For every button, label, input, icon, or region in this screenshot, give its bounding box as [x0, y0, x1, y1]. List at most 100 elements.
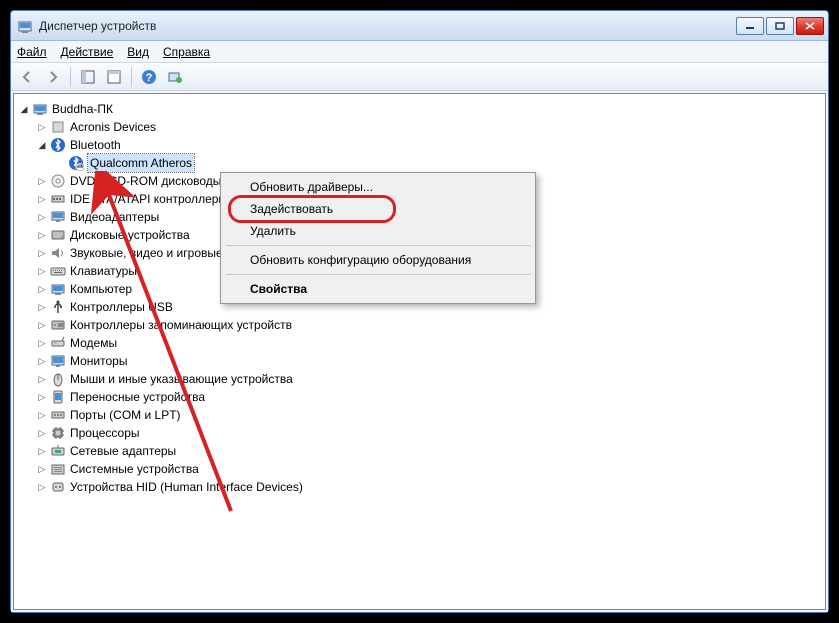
tree-node[interactable]: ▷ Сетевые адаптеры [36, 442, 821, 460]
close-button[interactable] [796, 17, 824, 35]
expand-icon[interactable]: ▷ [36, 247, 48, 259]
separator [226, 245, 530, 246]
bluetooth-disabled-icon [68, 155, 84, 171]
device-tree-panel[interactable]: ◢ Buddha-ПК ▷ Acronis Devices ◢ BluetoothQual… [13, 93, 826, 610]
ctx-update-drivers[interactable]: Обновить драйверы... [224, 176, 532, 198]
cpu-icon [50, 425, 66, 441]
expand-icon[interactable]: ▷ [36, 265, 48, 277]
expand-icon[interactable]: ▷ [36, 319, 48, 331]
tree-node-label: Дисковые устройства [70, 226, 190, 244]
tree-node[interactable]: ▷ Процессоры [36, 424, 821, 442]
tree-node-label: Мониторы [70, 352, 127, 370]
tree-node-label: Контроллеры USB [70, 298, 173, 316]
tree-node-label: Acronis Devices [70, 118, 156, 136]
expand-icon[interactable]: ▷ [36, 427, 48, 439]
expand-icon[interactable]: ▷ [36, 211, 48, 223]
tree-node-label: Устройства HID (Human Interface Devices) [70, 478, 303, 496]
tree-node-label: Сетевые адаптеры [70, 442, 176, 460]
tree-node[interactable]: ▷ Acronis Devices [36, 118, 821, 136]
ctx-enable[interactable]: Задействовать [224, 198, 532, 220]
network-icon [50, 443, 66, 459]
menu-help[interactable]: Справка [163, 45, 210, 59]
computer-icon [50, 281, 66, 297]
tree-node-label: Процессоры [70, 424, 140, 442]
expand-icon[interactable]: ▷ [36, 391, 48, 403]
expand-icon[interactable]: ▷ [36, 301, 48, 313]
bluetooth-icon [50, 137, 66, 153]
collapse-icon[interactable]: ◢ [18, 103, 30, 115]
expand-icon[interactable]: ▷ [36, 355, 48, 367]
monitor-icon [50, 353, 66, 369]
expand-icon[interactable]: ▷ [36, 337, 48, 349]
separator [131, 67, 132, 87]
expand-icon[interactable]: ▷ [36, 193, 48, 205]
system-icon [50, 461, 66, 477]
tree-node-label: Bluetooth [70, 136, 121, 154]
window-title: Диспетчер устройств [39, 19, 736, 33]
tree-node[interactable]: ▷ Порты (COM и LPT) [36, 406, 821, 424]
tree-node[interactable]: ▷ Контроллеры запоминающих устройств [36, 316, 821, 334]
tree-node[interactable]: ▷ Системные устройства [36, 460, 821, 478]
expand-icon[interactable]: ▷ [36, 463, 48, 475]
tree-node-label: DVD и CD-ROM дисководы [70, 172, 221, 190]
svg-text:?: ? [146, 72, 153, 84]
tree-node[interactable]: ▷ Устройства HID (Human Interface Devices… [36, 478, 821, 496]
menu-file[interactable]: Файл [17, 45, 47, 59]
disk-icon [50, 227, 66, 243]
ide-icon [50, 191, 66, 207]
tree-node[interactable]: ▷ Мониторы [36, 352, 821, 370]
ctx-properties[interactable]: Свойства [224, 278, 532, 300]
show-hide-button[interactable] [76, 65, 100, 89]
generic-icon [50, 119, 66, 135]
tree-node-label: Buddha-ПК [52, 100, 113, 118]
port-icon [50, 407, 66, 423]
tree-node-label: Системные устройства [70, 460, 199, 478]
expand-icon[interactable]: ▷ [36, 175, 48, 187]
titlebar[interactable]: Диспетчер устройств [11, 11, 828, 41]
menu-action[interactable]: Действие [61, 45, 114, 59]
tree-node-label: IDE ATA/ATAPI контроллеры [70, 190, 227, 208]
expand-icon[interactable]: ▷ [36, 481, 48, 493]
collapse-icon[interactable]: ◢ [36, 139, 48, 151]
keyboard-icon [50, 263, 66, 279]
tree-node-label: Компьютер [70, 280, 132, 298]
tree-node[interactable]: ◢ Bluetooth [36, 136, 821, 154]
tree-node[interactable]: Qualcomm Atheros [54, 154, 821, 172]
minimize-button[interactable] [736, 17, 764, 35]
tree-node[interactable]: ◢ Buddha-ПК [18, 100, 821, 118]
forward-button[interactable] [41, 65, 65, 89]
app-icon [17, 18, 33, 34]
tree-node[interactable]: ▷ Мыши и иные указывающие устройства [36, 370, 821, 388]
separator [226, 274, 530, 275]
ctx-scan-hardware[interactable]: Обновить конфигурацию оборудования [224, 249, 532, 271]
computer-root-icon [32, 101, 48, 117]
back-button[interactable] [15, 65, 39, 89]
tree-node[interactable]: ▷ Модемы [36, 334, 821, 352]
toolbar: ? [11, 63, 828, 91]
ctx-delete[interactable]: Удалить [224, 220, 532, 242]
expand-icon[interactable]: ▷ [36, 283, 48, 295]
expand-icon[interactable]: ▷ [36, 229, 48, 241]
device-manager-window: Диспетчер устройств Файл Действие Вид Сп… [10, 10, 829, 613]
expand-icon[interactable]: ▷ [36, 121, 48, 133]
content-area: ◢ Buddha-ПК ▷ Acronis Devices ◢ BluetoothQual… [11, 91, 828, 612]
expand-icon[interactable]: ▷ [36, 445, 48, 457]
tree-node-label: Видеоадаптеры [70, 208, 159, 226]
expand-icon[interactable]: ▷ [36, 373, 48, 385]
separator [70, 67, 71, 87]
tree-node-label: Порты (COM и LPT) [70, 406, 181, 424]
scan-button[interactable] [163, 65, 187, 89]
help-button[interactable]: ? [137, 65, 161, 89]
tree-node-label: Контроллеры запоминающих устройств [70, 316, 292, 334]
tree-node-label: Мыши и иные указывающие устройства [70, 370, 293, 388]
mouse-icon [50, 371, 66, 387]
modem-icon [50, 335, 66, 351]
tree-node[interactable]: ▷Переносные устройства [36, 388, 821, 406]
maximize-button[interactable] [766, 17, 794, 35]
cdrom-icon [50, 173, 66, 189]
expand-icon[interactable]: ▷ [36, 409, 48, 421]
tree-node-label: Модемы [70, 334, 117, 352]
properties-button[interactable] [102, 65, 126, 89]
tree-node-label: Клавиатуры [70, 262, 137, 280]
menu-view[interactable]: Вид [127, 45, 149, 59]
